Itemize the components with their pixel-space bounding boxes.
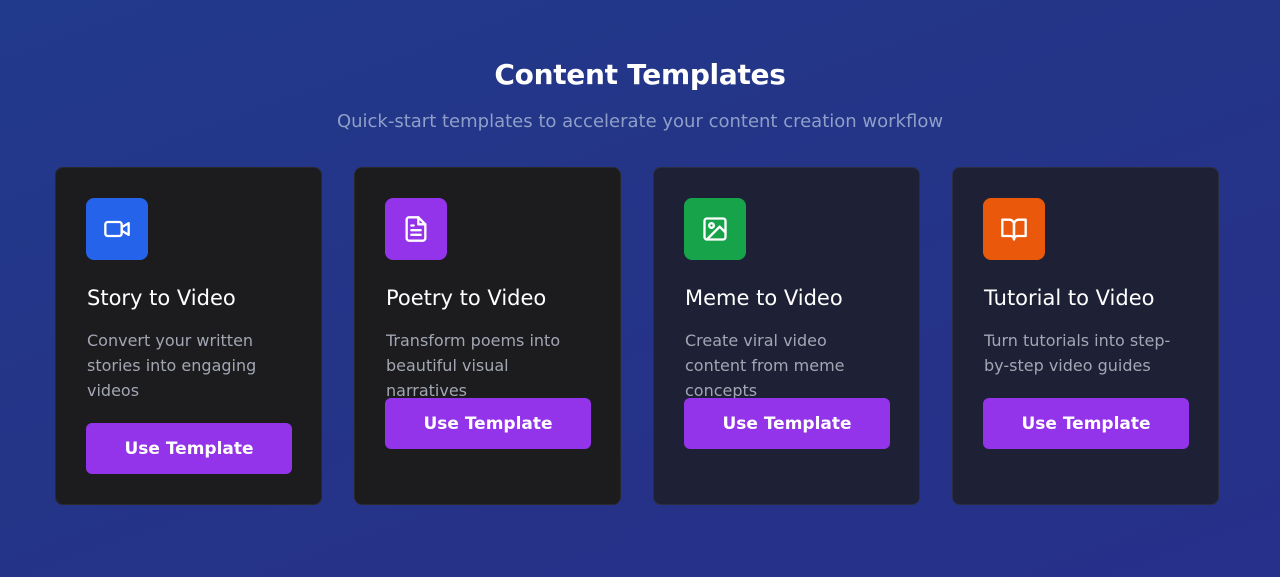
template-card-meme: Meme to Video Create viral video content… [653, 167, 920, 505]
template-title: Meme to Video [685, 286, 843, 310]
page-subtitle: Quick-start templates to accelerate your… [336, 111, 944, 132]
template-title: Poetry to Video [386, 286, 547, 310]
template-card-tutorial: Tutorial to Video Turn tutorials into st… [952, 167, 1219, 505]
video-camera-icon [86, 198, 148, 260]
image-icon [684, 198, 746, 260]
template-card-story: Story to Video Convert your written stor… [55, 167, 322, 505]
book-open-icon [983, 198, 1045, 260]
template-description: Convert your written stories into engagi… [87, 331, 257, 400]
use-template-button-poetry[interactable]: Use Template [385, 398, 591, 449]
template-title: Story to Video [87, 286, 236, 310]
use-template-button-tutorial[interactable]: Use Template [983, 398, 1189, 449]
template-card-poetry: Poetry to Video Transform poems into bea… [354, 167, 621, 505]
document-icon [385, 198, 447, 260]
template-title: Tutorial to Video [984, 286, 1155, 310]
use-template-button-story[interactable]: Use Template [86, 423, 292, 474]
template-description: Create viral video content from meme con… [685, 331, 845, 400]
content-templates-section: Content Templates Quick-start templates … [0, 0, 1280, 577]
template-cards: Story to Video Convert your written stor… [55, 167, 1225, 505]
use-template-button-meme[interactable]: Use Template [684, 398, 890, 449]
template-description: Transform poems into beautiful visual na… [386, 331, 561, 400]
page-title: Content Templates [494, 58, 786, 91]
template-description: Turn tutorials into step-by-step video g… [984, 331, 1171, 375]
